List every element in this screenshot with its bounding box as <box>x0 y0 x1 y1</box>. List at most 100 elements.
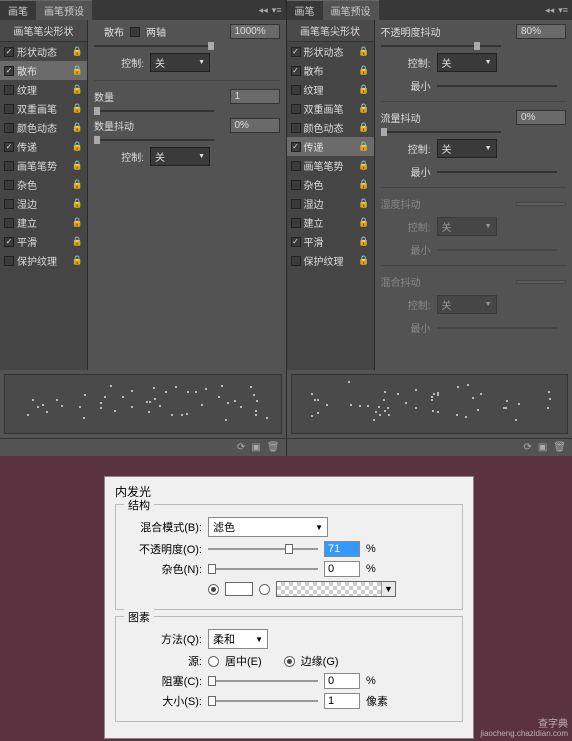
sidebar-item-9[interactable]: 建立🔒 <box>0 213 87 232</box>
checkbox-icon[interactable] <box>4 199 14 209</box>
checkbox-icon[interactable] <box>4 218 14 228</box>
toggle-icon[interactable]: ⟳ <box>237 442 245 453</box>
tab-brush[interactable]: 画笔 <box>0 0 36 20</box>
sidebar-item-4[interactable]: 颜色动态🔒 <box>0 118 87 137</box>
new-preset-icon[interactable]: ▣ <box>538 442 547 453</box>
tab-preset[interactable]: 画笔预设 <box>323 0 379 20</box>
sidebar-item-11[interactable]: 保护纹理🔒 <box>0 251 87 270</box>
checkbox-icon[interactable] <box>291 47 301 57</box>
sidebar-item-7[interactable]: 杂色🔒 <box>287 175 374 194</box>
choke-input[interactable] <box>324 673 360 689</box>
trash-icon[interactable]: 🗑 <box>267 442 280 453</box>
sidebar-item-5[interactable]: 传递🔒 <box>287 137 374 156</box>
sidebar-item-5[interactable]: 传递🔒 <box>0 137 87 156</box>
noise-slider[interactable] <box>208 568 318 570</box>
choke-slider[interactable] <box>208 680 318 682</box>
opacity-jitter-value[interactable]: 80% <box>516 24 566 39</box>
blend-select[interactable]: 滤色▼ <box>208 517 328 537</box>
color-swatch[interactable] <box>225 582 253 596</box>
checkbox-icon[interactable] <box>4 237 14 247</box>
flow-jitter-slider[interactable] <box>381 131 501 133</box>
control2-select[interactable]: 关▼ <box>437 139 497 158</box>
sidebar-item-label: 颜色动态 <box>17 120 69 135</box>
opacity-slider[interactable] <box>208 548 318 550</box>
collapse-icon[interactable]: ◂◂ <box>259 5 268 16</box>
panel-menu-icon[interactable]: ▾≡ <box>558 5 568 16</box>
checkbox-icon[interactable] <box>291 123 301 133</box>
technique-select[interactable]: 柔和▼ <box>208 629 268 649</box>
checkbox-icon[interactable] <box>291 104 301 114</box>
sidebar-item-1[interactable]: 散布🔒 <box>287 61 374 80</box>
checkbox-icon[interactable] <box>4 161 14 171</box>
control-select[interactable]: 关▼ <box>150 53 210 72</box>
checkbox-icon[interactable] <box>4 104 14 114</box>
sidebar-item-4[interactable]: 颜色动态🔒 <box>287 118 374 137</box>
control1-select[interactable]: 关▼ <box>437 53 497 72</box>
count-slider[interactable] <box>94 110 214 112</box>
both-axes-checkbox[interactable] <box>130 27 140 37</box>
sidebar-item-0[interactable]: 形状动态🔒 <box>287 42 374 61</box>
checkbox-icon[interactable] <box>4 66 14 76</box>
tab-brush[interactable]: 画笔 <box>287 0 323 20</box>
count-jitter-value[interactable]: 0% <box>230 118 280 133</box>
sidebar-item-8[interactable]: 湿边🔒 <box>0 194 87 213</box>
sidebar-item-7[interactable]: 杂色🔒 <box>0 175 87 194</box>
sidebar-header[interactable]: 画笔笔尖形状 <box>0 20 87 42</box>
sidebar-item-6[interactable]: 画笔笔势🔒 <box>287 156 374 175</box>
control2-select[interactable]: 关▼ <box>150 147 210 166</box>
sidebar-item-3[interactable]: 双重画笔🔒 <box>287 99 374 118</box>
checkbox-icon[interactable] <box>4 180 14 190</box>
new-preset-icon[interactable]: ▣ <box>251 442 260 453</box>
checkbox-icon[interactable] <box>291 85 301 95</box>
checkbox-icon[interactable] <box>291 180 301 190</box>
checkbox-icon[interactable] <box>291 218 301 228</box>
checkbox-icon[interactable] <box>4 85 14 95</box>
scatter-slider[interactable] <box>94 45 214 47</box>
sidebar-item-11[interactable]: 保护纹理🔒 <box>287 251 374 270</box>
sidebar-item-2[interactable]: 纹理🔒 <box>287 80 374 99</box>
checkbox-icon[interactable] <box>291 237 301 247</box>
trash-icon[interactable]: 🗑 <box>553 442 566 453</box>
element-fieldset: 图素 方法(Q): 柔和▼ 源: 居中(E) 边缘(G) 阻塞(C): % 大小… <box>115 616 463 722</box>
source-edge-radio[interactable] <box>284 656 295 667</box>
checkbox-icon[interactable] <box>291 161 301 171</box>
checkbox-icon[interactable] <box>4 142 14 152</box>
sidebar-header[interactable]: 画笔笔尖形状 <box>287 20 374 42</box>
panel-menu-icon[interactable]: ▾≡ <box>272 5 282 16</box>
min2-slider[interactable] <box>437 171 557 173</box>
color-solid-radio[interactable] <box>208 584 219 595</box>
scatter-value[interactable]: 1000% <box>230 24 280 39</box>
opacity-input[interactable] <box>324 541 360 557</box>
checkbox-icon[interactable] <box>4 123 14 133</box>
gradient-select[interactable]: ▼ <box>276 581 396 597</box>
checkbox-icon[interactable] <box>4 256 14 266</box>
checkbox-icon[interactable] <box>291 199 301 209</box>
opacity-jitter-slider[interactable] <box>381 45 501 47</box>
source-center-radio[interactable] <box>208 656 219 667</box>
color-gradient-radio[interactable] <box>259 584 270 595</box>
size-input[interactable] <box>324 693 360 709</box>
sidebar-item-9[interactable]: 建立🔒 <box>287 213 374 232</box>
count-value[interactable]: 1 <box>230 89 280 104</box>
min1-slider[interactable] <box>437 85 557 87</box>
sidebar-item-3[interactable]: 双重画笔🔒 <box>0 99 87 118</box>
checkbox-icon[interactable] <box>291 142 301 152</box>
sidebar-item-6[interactable]: 画笔笔势🔒 <box>0 156 87 175</box>
brush-sidebar-left: 画笔笔尖形状 形状动态🔒散布🔒纹理🔒双重画笔🔒颜色动态🔒传递🔒画笔笔势🔒杂色🔒湿… <box>0 20 88 370</box>
flow-jitter-value[interactable]: 0% <box>516 110 566 125</box>
sidebar-item-2[interactable]: 纹理🔒 <box>0 80 87 99</box>
checkbox-icon[interactable] <box>4 47 14 57</box>
size-slider[interactable] <box>208 700 318 702</box>
collapse-icon[interactable]: ◂◂ <box>545 5 554 16</box>
sidebar-item-1[interactable]: 散布🔒 <box>0 61 87 80</box>
sidebar-item-10[interactable]: 平滑🔒 <box>287 232 374 251</box>
checkbox-icon[interactable] <box>291 66 301 76</box>
checkbox-icon[interactable] <box>291 256 301 266</box>
sidebar-item-0[interactable]: 形状动态🔒 <box>0 42 87 61</box>
tab-preset[interactable]: 画笔预设 <box>36 0 92 20</box>
toggle-icon[interactable]: ⟳ <box>523 442 531 453</box>
count-jitter-slider[interactable] <box>94 139 214 141</box>
noise-input[interactable] <box>324 561 360 577</box>
sidebar-item-8[interactable]: 湿边🔒 <box>287 194 374 213</box>
sidebar-item-10[interactable]: 平滑🔒 <box>0 232 87 251</box>
